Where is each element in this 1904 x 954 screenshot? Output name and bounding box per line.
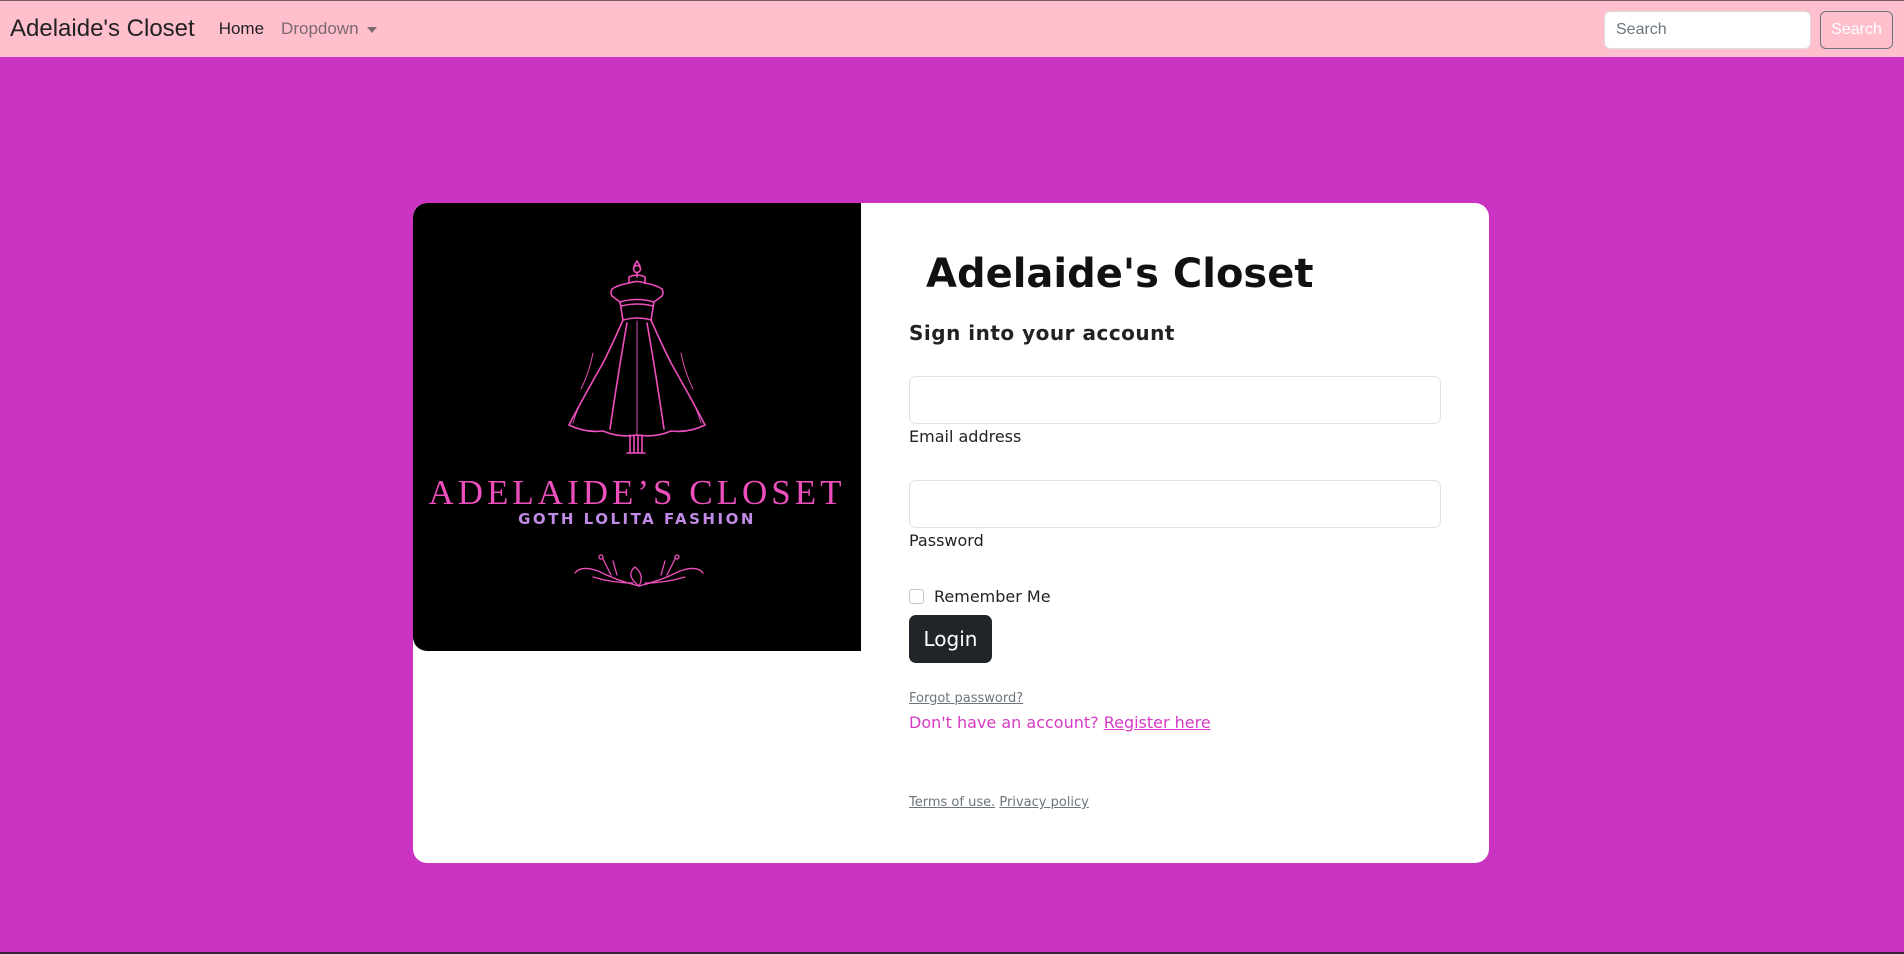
brand-logo: ADELAIDE’S CLOSET GOTH LOLITA FASHION: [413, 203, 861, 651]
remember-me: Remember Me: [909, 587, 1051, 606]
register-prompt-line: Don't have an account? Register here: [909, 713, 1211, 732]
register-link[interactable]: Register here: [1104, 713, 1211, 732]
navbar-brand[interactable]: Adelaide's Closet: [10, 15, 195, 43]
nav-dropdown[interactable]: Dropdown: [281, 19, 377, 39]
search-form: Search: [1604, 11, 1893, 49]
footer-links: Terms of use. Privacy policy: [909, 795, 1089, 810]
dress-form-icon: [568, 260, 706, 587]
email-field[interactable]: [909, 376, 1441, 424]
password-label: Password: [909, 531, 984, 550]
form-title: Adelaide's Closet: [926, 251, 1314, 297]
privacy-link[interactable]: Privacy policy: [999, 795, 1088, 810]
terms-link[interactable]: Terms of use.: [909, 795, 995, 810]
nav-dropdown-label: Dropdown: [281, 19, 359, 38]
logo-subtitle: GOTH LOLITA FASHION: [518, 510, 756, 528]
register-prompt: Don't have an account?: [909, 713, 1104, 732]
password-field[interactable]: [909, 480, 1441, 528]
navbar: Adelaide's Closet Home Dropdown Search: [0, 0, 1904, 57]
caret-down-icon: [366, 27, 377, 33]
login-button[interactable]: Login: [909, 615, 992, 663]
remember-checkbox[interactable]: [909, 589, 924, 604]
email-label: Email address: [909, 427, 1022, 446]
forgot-password-link[interactable]: Forgot password?: [909, 691, 1023, 706]
nav-link-home[interactable]: Home: [219, 19, 264, 39]
search-button[interactable]: Search: [1820, 11, 1893, 49]
search-input[interactable]: [1604, 11, 1811, 49]
login-card: ADELAIDE’S CLOSET GOTH LOLITA FASHION Ad…: [413, 203, 1489, 863]
form-subtitle: Sign into your account: [909, 321, 1175, 345]
logo-title: ADELAIDE’S CLOSET: [428, 473, 846, 512]
remember-label: Remember Me: [934, 587, 1051, 606]
